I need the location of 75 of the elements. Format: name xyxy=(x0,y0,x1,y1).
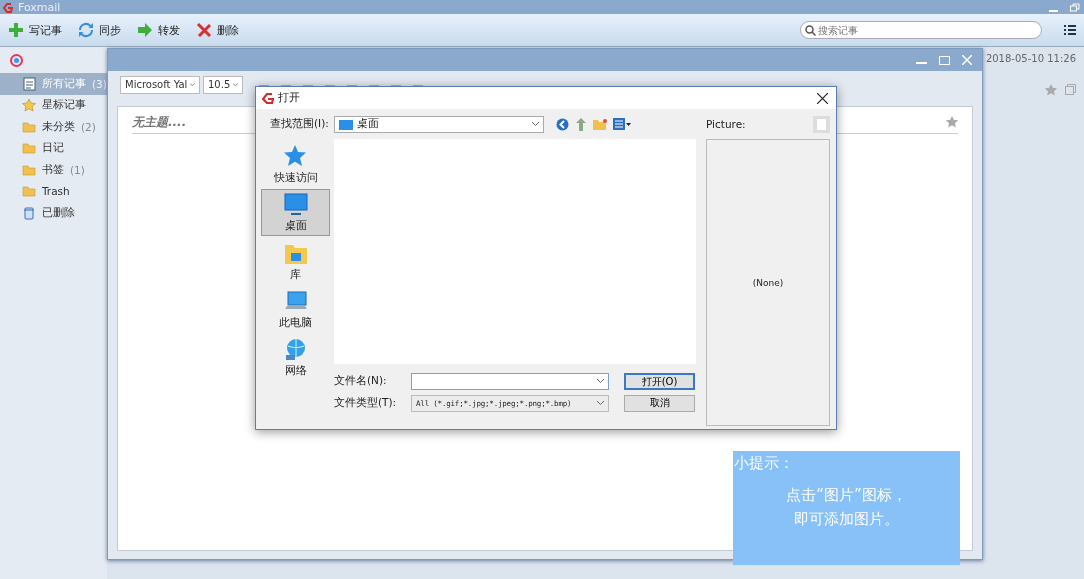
picture-toggle-icon[interactable] xyxy=(813,115,830,133)
new-folder-icon[interactable] xyxy=(593,118,607,130)
caret-icon xyxy=(233,82,238,87)
view-menu-icon[interactable] xyxy=(613,118,631,130)
caret-icon xyxy=(597,379,604,383)
font-dropdown[interactable]: Microsoft Yal xyxy=(120,75,200,94)
item-count: (1) xyxy=(70,163,85,176)
folder-icon xyxy=(22,184,36,199)
item-label: 未分类 xyxy=(42,119,75,134)
sidebar-item[interactable]: 未分类 (2) xyxy=(0,116,107,138)
app-logo-icon xyxy=(3,1,13,13)
up-folder-icon[interactable] xyxy=(575,117,587,131)
cross-icon xyxy=(196,22,212,38)
folder-icon xyxy=(22,162,36,177)
place-item[interactable]: 快速访问 xyxy=(261,141,330,188)
close-icon[interactable] xyxy=(817,92,828,104)
toolbar-button[interactable]: 删除 xyxy=(196,22,239,38)
item-label: 星标记事 xyxy=(42,98,86,113)
sidebar-item[interactable]: 已删除 xyxy=(0,202,107,224)
plus-icon xyxy=(8,22,24,38)
search-field[interactable]: 搜索记事 xyxy=(800,21,1042,39)
bin-icon xyxy=(22,205,36,220)
back-icon[interactable] xyxy=(556,117,569,131)
folder-icon xyxy=(339,118,353,130)
sidebar-item[interactable]: Trash xyxy=(0,180,107,202)
sidebar-item[interactable]: 星标记事 xyxy=(0,94,107,116)
monitor-icon xyxy=(282,192,309,217)
place-item[interactable]: 网络 xyxy=(261,334,330,382)
item-label: 所有记事 xyxy=(42,76,86,91)
folder-icon xyxy=(22,119,36,134)
tip-text: 点击“图片”图标， 即可添加图片。 xyxy=(785,485,908,530)
field-label: 查找范围(I): xyxy=(269,117,330,131)
star-icon xyxy=(22,98,36,113)
notes-icon xyxy=(22,76,36,91)
cancel-button[interactable]: 取消 xyxy=(624,394,695,412)
account-icon xyxy=(10,53,23,67)
toolbar-button[interactable]: 写记事 xyxy=(8,22,62,38)
timestamp: 2018-05-10 11:26 xyxy=(985,53,1076,64)
star-icon[interactable] xyxy=(946,116,958,128)
preview-text: (None) xyxy=(752,277,784,288)
field-label: 文件类型(T): xyxy=(334,396,398,410)
sidebar-item[interactable]: 书签 (1) xyxy=(0,159,107,181)
tip-title: 小提示： xyxy=(733,453,795,473)
star-icon[interactable] xyxy=(1045,84,1057,96)
item-label: 已删除 xyxy=(42,205,75,220)
maximize-icon[interactable] xyxy=(939,55,950,65)
restore-icon[interactable] xyxy=(1070,2,1080,12)
preview-label: Picture: xyxy=(706,118,746,130)
sync-icon xyxy=(78,22,94,38)
copy-icon[interactable] xyxy=(1065,84,1076,95)
item-count: (2) xyxy=(81,120,96,133)
size-dropdown[interactable]: 10.5 xyxy=(203,75,243,94)
file-name-field[interactable] xyxy=(411,372,609,390)
caret-icon xyxy=(532,122,539,126)
place-item[interactable]: 桌面 xyxy=(261,189,330,236)
item-count: (3) xyxy=(92,77,107,90)
field-label: 文件名(N): xyxy=(334,374,388,388)
item-label: 日记 xyxy=(42,141,64,156)
item-label: 书签 xyxy=(42,162,64,177)
folder-icon xyxy=(22,141,36,156)
arrow-icon xyxy=(137,22,153,38)
open-button[interactable]: 打开(O) xyxy=(624,372,695,390)
window-title: Foxmail xyxy=(18,0,61,14)
caret-icon xyxy=(190,82,195,87)
dialog-title: 打开 xyxy=(278,91,300,105)
place-item[interactable]: 库 xyxy=(261,237,330,285)
place-item[interactable]: 此电脑 xyxy=(261,286,330,333)
sidebar-item[interactable]: 日记 xyxy=(0,137,107,159)
look-in-dropdown[interactable]: 桌面 xyxy=(334,115,544,133)
item-label: Trash xyxy=(42,185,70,198)
toolbar-button[interactable]: 同步 xyxy=(78,22,121,38)
app-logo-icon xyxy=(262,92,274,104)
caret-icon xyxy=(597,401,604,405)
menu-icon[interactable] xyxy=(1064,24,1076,36)
toolbar-button[interactable]: 转发 xyxy=(137,22,180,38)
